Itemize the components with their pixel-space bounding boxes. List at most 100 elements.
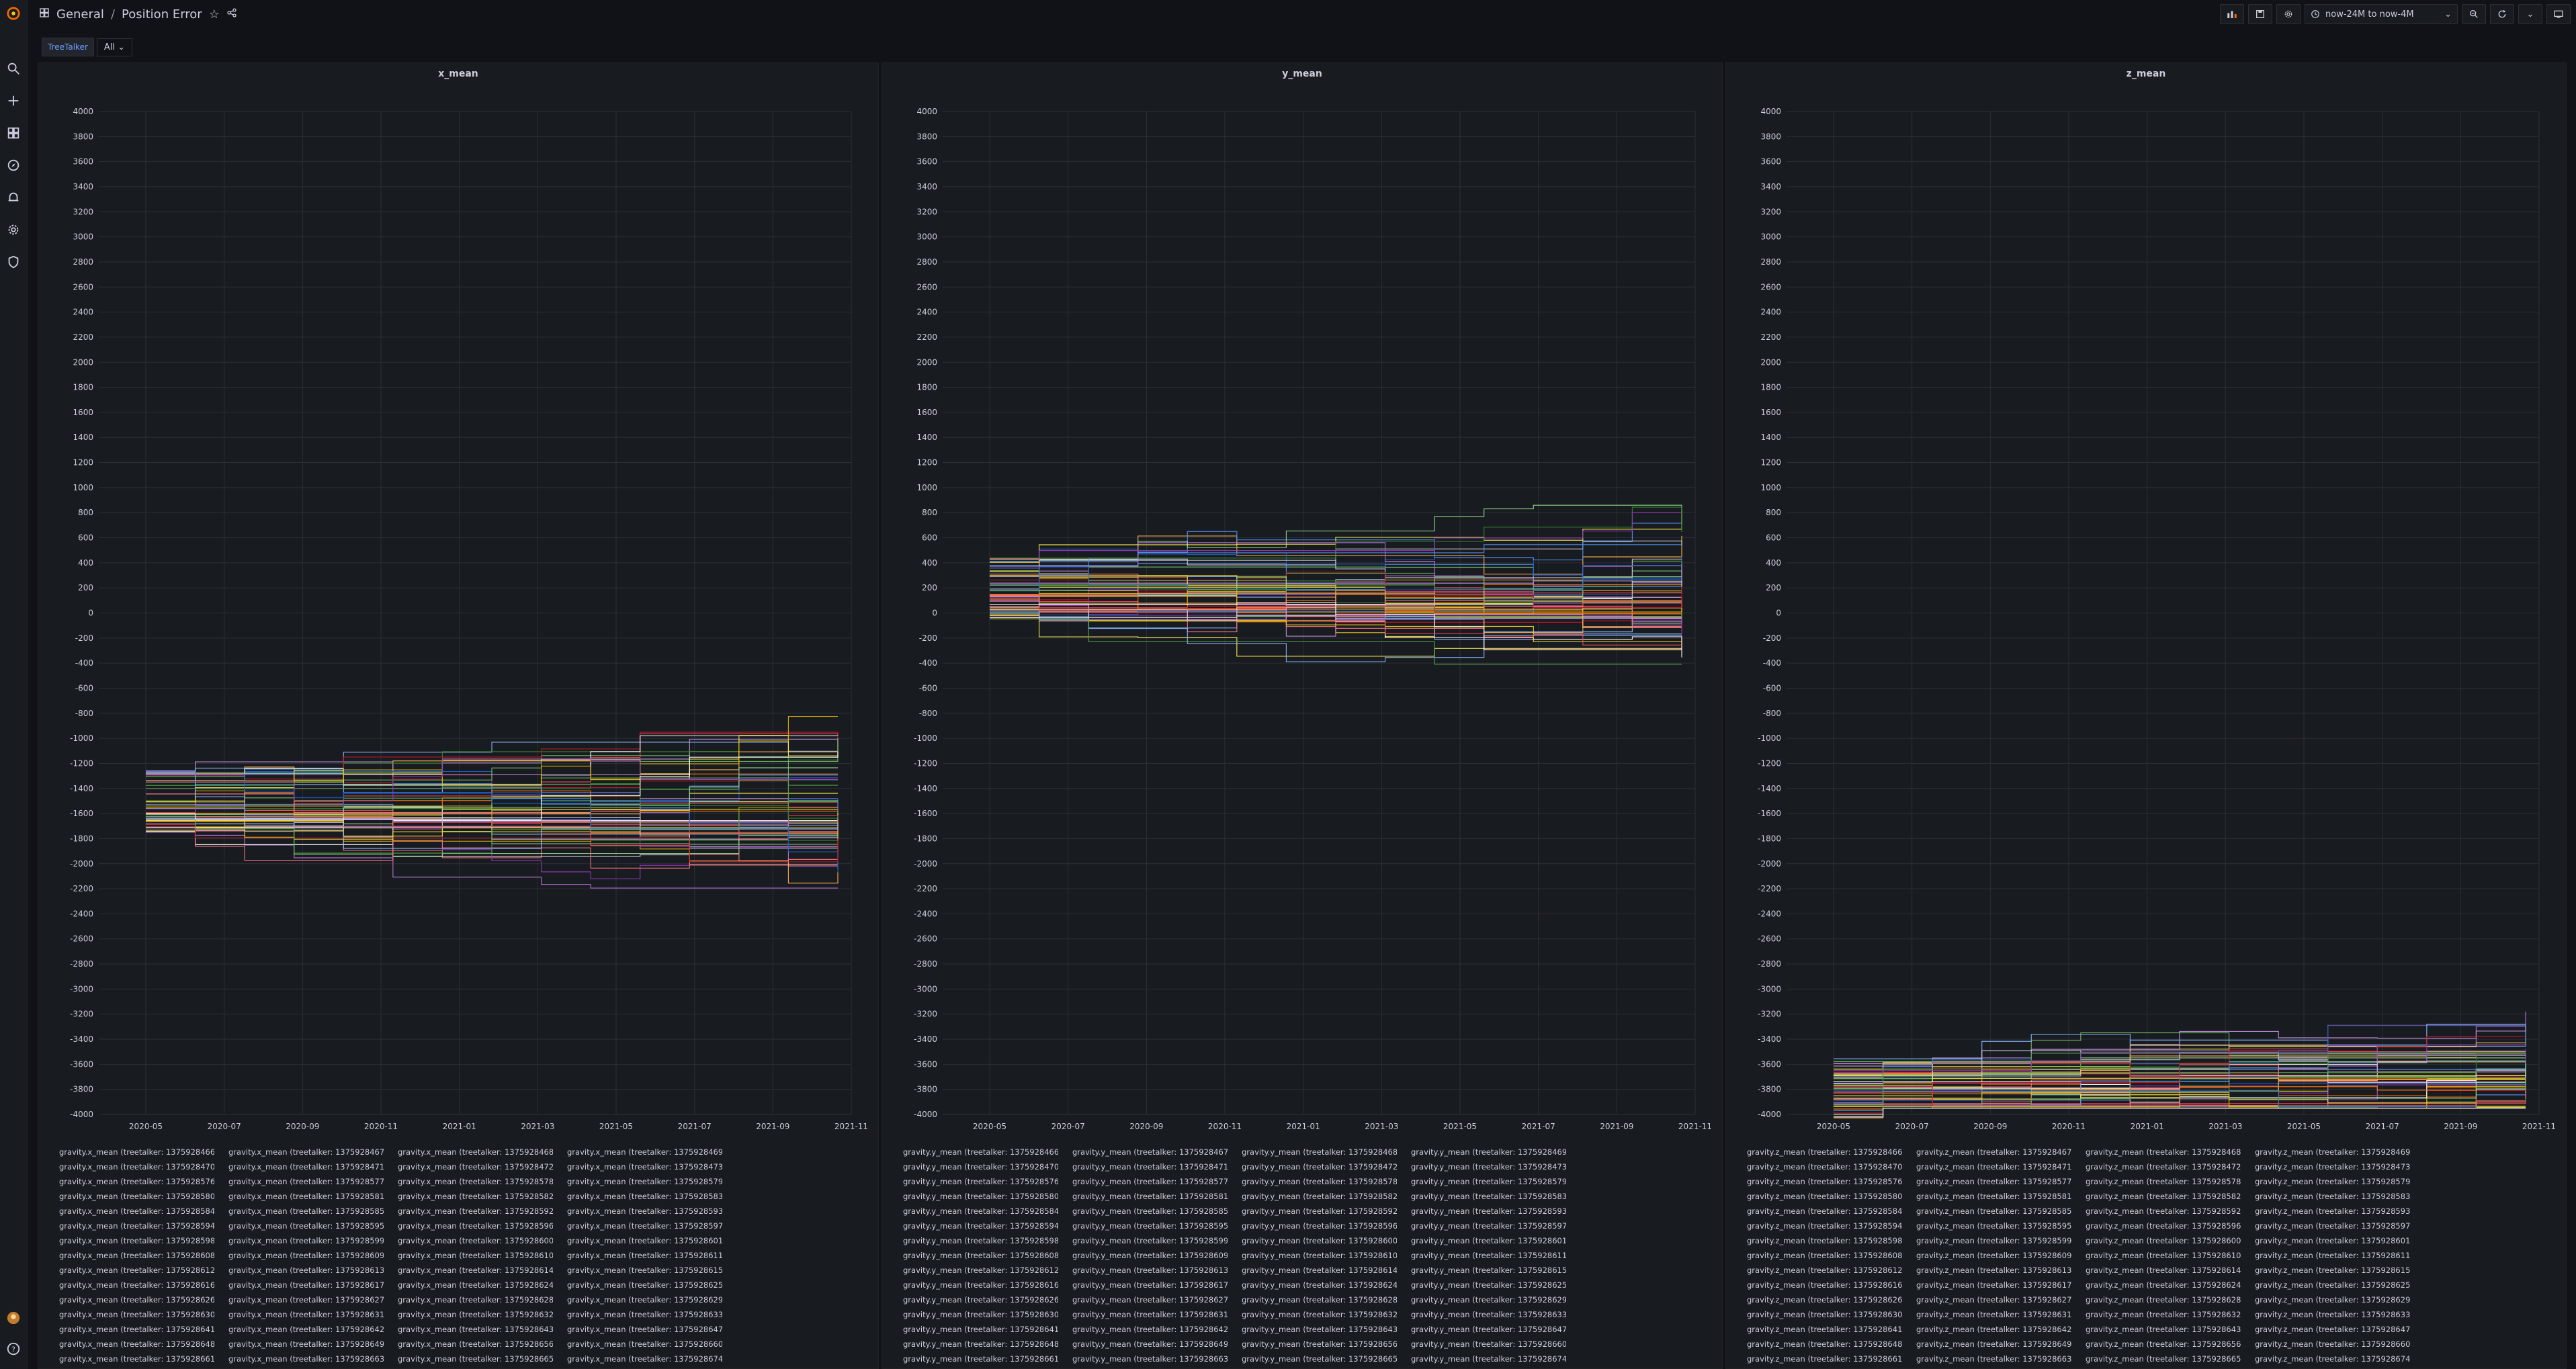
- legend-item[interactable]: gravity.z_mean (treetalker: 1375928625): [2241, 1280, 2410, 1290]
- zoom-out-button[interactable]: [2462, 4, 2486, 24]
- legend-item[interactable]: gravity.z_mean (treetalker: 1375928665): [2071, 1354, 2241, 1364]
- legend-item[interactable]: gravity.z_mean (treetalker: 1375928626): [1733, 1295, 1902, 1305]
- legend-item[interactable]: gravity.x_mean (treetalker: 1375928595): [214, 1221, 384, 1231]
- legend-item[interactable]: gravity.y_mean (treetalker: 1375928594): [889, 1221, 1058, 1231]
- legend-item[interactable]: gravity.z_mean (treetalker: 1375928581): [1902, 1192, 2071, 1201]
- legend-item[interactable]: gravity.x_mean (treetalker: 1375928611): [553, 1251, 722, 1260]
- legend-item[interactable]: gravity.y_mean (treetalker: 1375928598): [889, 1236, 1058, 1245]
- legend-item[interactable]: gravity.x_mean (treetalker: 1375928648): [45, 1339, 214, 1349]
- legend-item[interactable]: gravity.z_mean (treetalker: 1375928656): [2071, 1339, 2241, 1349]
- plus-icon[interactable]: [5, 93, 22, 109]
- legend-item[interactable]: gravity.y_mean (treetalker: 1375928595): [1058, 1221, 1228, 1231]
- legend-item[interactable]: gravity.z_mean (treetalker: 1375928468): [2071, 1147, 2241, 1157]
- legend-item[interactable]: gravity.y_mean (treetalker: 1375928624): [1228, 1280, 1397, 1290]
- legend-item[interactable]: gravity.x_mean (treetalker: 1375928576): [45, 1177, 214, 1186]
- legend-item[interactable]: gravity.y_mean (treetalker: 1375928597): [1397, 1221, 1566, 1231]
- legend-item[interactable]: gravity.z_mean (treetalker: 1375928582): [2071, 1192, 2241, 1201]
- legend-item[interactable]: gravity.z_mean (treetalker: 1375928472): [2071, 1162, 2241, 1172]
- legend-item[interactable]: gravity.x_mean (treetalker: 1375928663): [214, 1354, 384, 1364]
- legend-item[interactable]: gravity.y_mean (treetalker: 1375928633): [1397, 1310, 1566, 1319]
- legend-item[interactable]: gravity.y_mean (treetalker: 1375928615): [1397, 1266, 1566, 1275]
- dashboards-icon[interactable]: [5, 125, 22, 141]
- legend-item[interactable]: gravity.y_mean (treetalker: 1375928632): [1228, 1310, 1397, 1319]
- legend-item[interactable]: gravity.z_mean (treetalker: 1375928612): [1733, 1266, 1902, 1275]
- legend-item[interactable]: gravity.z_mean (treetalker: 1375928473): [2241, 1162, 2410, 1172]
- legend-item[interactable]: gravity.z_mean (treetalker: 1375928608): [1733, 1251, 1902, 1260]
- legend-item[interactable]: gravity.z_mean (treetalker: 1375928585): [1902, 1206, 2071, 1216]
- legend-item[interactable]: gravity.z_mean (treetalker: 1375928615): [2241, 1266, 2410, 1275]
- legend-item[interactable]: gravity.x_mean (treetalker: 1375928593): [553, 1206, 722, 1216]
- legend-item[interactable]: gravity.y_mean (treetalker: 1375928466): [889, 1147, 1058, 1157]
- legend-item[interactable]: gravity.x_mean (treetalker: 1375928641): [45, 1325, 214, 1334]
- legend-item[interactable]: gravity.y_mean (treetalker: 1375928647): [1397, 1325, 1566, 1334]
- legend-item[interactable]: gravity.x_mean (treetalker: 1375928585): [214, 1206, 384, 1216]
- legend-item[interactable]: gravity.y_mean (treetalker: 1375928583): [1397, 1192, 1566, 1201]
- legend-item[interactable]: gravity.y_mean (treetalker: 1375928470): [889, 1162, 1058, 1172]
- legend-item[interactable]: gravity.x_mean (treetalker: 1375928600): [384, 1236, 553, 1245]
- legend-item[interactable]: gravity.x_mean (treetalker: 1375928616): [45, 1280, 214, 1290]
- legend-item[interactable]: gravity.y_mean (treetalker: 1375928614): [1228, 1266, 1397, 1275]
- legend-item[interactable]: gravity.y_mean (treetalker: 1375928613): [1058, 1266, 1228, 1275]
- legend-item[interactable]: gravity.z_mean (treetalker: 1375928600): [2071, 1236, 2241, 1245]
- add-panel-button[interactable]: [2220, 4, 2244, 24]
- legend-item[interactable]: gravity.y_mean (treetalker: 1375928584): [889, 1206, 1058, 1216]
- legend-item[interactable]: gravity.x_mean (treetalker: 1375928468): [384, 1147, 553, 1157]
- search-icon[interactable]: [5, 60, 22, 77]
- legend-item[interactable]: gravity.x_mean (treetalker: 1375928614): [384, 1266, 553, 1275]
- legend-item[interactable]: gravity.y_mean (treetalker: 1375928643): [1228, 1325, 1397, 1334]
- legend-item[interactable]: gravity.y_mean (treetalker: 1375928467): [1058, 1147, 1228, 1157]
- legend-item[interactable]: gravity.y_mean (treetalker: 1375928665): [1228, 1354, 1397, 1364]
- tv-mode-button[interactable]: [2546, 4, 2571, 24]
- legend-item[interactable]: gravity.y_mean (treetalker: 1375928472): [1228, 1162, 1397, 1172]
- legend-item[interactable]: gravity.x_mean (treetalker: 1375928609): [214, 1251, 384, 1260]
- legend-item[interactable]: gravity.y_mean (treetalker: 1375928608): [889, 1251, 1058, 1260]
- legend-item[interactable]: gravity.x_mean (treetalker: 1375928471): [214, 1162, 384, 1172]
- legend-item[interactable]: gravity.y_mean (treetalker: 1375928616): [889, 1280, 1058, 1290]
- share-icon[interactable]: [226, 7, 237, 21]
- legend-item[interactable]: gravity.x_mean (treetalker: 1375928472): [384, 1162, 553, 1172]
- legend-item[interactable]: gravity.z_mean (treetalker: 1375928599): [1902, 1236, 2071, 1245]
- legend-item[interactable]: gravity.x_mean (treetalker: 1375928581): [214, 1192, 384, 1201]
- legend-item[interactable]: gravity.y_mean (treetalker: 1375928578): [1228, 1177, 1397, 1186]
- legend-item[interactable]: gravity.x_mean (treetalker: 1375928629): [553, 1295, 722, 1305]
- legend-item[interactable]: gravity.y_mean (treetalker: 1375928631): [1058, 1310, 1228, 1319]
- legend-item[interactable]: gravity.z_mean (treetalker: 1375928629): [2241, 1295, 2410, 1305]
- legend-item[interactable]: gravity.y_mean (treetalker: 1375928585): [1058, 1206, 1228, 1216]
- legend-item[interactable]: gravity.z_mean (treetalker: 1375928594): [1733, 1221, 1902, 1231]
- legend-item[interactable]: gravity.z_mean (treetalker: 1375928643): [2071, 1325, 2241, 1334]
- legend-item[interactable]: gravity.x_mean (treetalker: 1375928642): [214, 1325, 384, 1334]
- legend-item[interactable]: gravity.x_mean (treetalker: 1375928580): [45, 1192, 214, 1201]
- legend-item[interactable]: gravity.x_mean (treetalker: 1375928610): [384, 1251, 553, 1260]
- legend-item[interactable]: gravity.x_mean (treetalker: 1375928599): [214, 1236, 384, 1245]
- legend-item[interactable]: gravity.z_mean (treetalker: 1375928597): [2241, 1221, 2410, 1231]
- legend-item[interactable]: gravity.z_mean (treetalker: 1375928469): [2241, 1147, 2410, 1157]
- legend-item[interactable]: gravity.z_mean (treetalker: 1375928632): [2071, 1310, 2241, 1319]
- legend-item[interactable]: gravity.x_mean (treetalker: 1375928674): [553, 1354, 722, 1364]
- legend-item[interactable]: gravity.z_mean (treetalker: 1375928660): [2241, 1339, 2410, 1349]
- legend-item[interactable]: gravity.z_mean (treetalker: 1375928617): [1902, 1280, 2071, 1290]
- legend-item[interactable]: gravity.z_mean (treetalker: 1375928579): [2241, 1177, 2410, 1186]
- legend-item[interactable]: gravity.z_mean (treetalker: 1375928580): [1733, 1192, 1902, 1201]
- legend-item[interactable]: gravity.z_mean (treetalker: 1375928641): [1733, 1325, 1902, 1334]
- legend-item[interactable]: gravity.z_mean (treetalker: 1375928467): [1902, 1147, 2071, 1157]
- legend-item[interactable]: gravity.x_mean (treetalker: 1375928632): [384, 1310, 553, 1319]
- legend-item[interactable]: gravity.x_mean (treetalker: 1375928577): [214, 1177, 384, 1186]
- save-dashboard-button[interactable]: [2248, 4, 2272, 24]
- legend-item[interactable]: gravity.x_mean (treetalker: 1375928633): [553, 1310, 722, 1319]
- legend-item[interactable]: gravity.z_mean (treetalker: 1375928630): [1733, 1310, 1902, 1319]
- time-picker-button[interactable]: now-24M to now-4M ⌄: [2305, 4, 2458, 24]
- legend-item[interactable]: gravity.y_mean (treetalker: 1375928612): [889, 1266, 1058, 1275]
- legend-item[interactable]: gravity.z_mean (treetalker: 1375928610): [2071, 1251, 2241, 1260]
- legend-item[interactable]: gravity.y_mean (treetalker: 1375928576): [889, 1177, 1058, 1186]
- alerting-icon[interactable]: [5, 189, 22, 206]
- legend-item[interactable]: gravity.y_mean (treetalker: 1375928626): [889, 1295, 1058, 1305]
- variable-select[interactable]: All ⌄: [96, 38, 133, 56]
- legend-item[interactable]: gravity.y_mean (treetalker: 1375928625): [1397, 1280, 1566, 1290]
- legend-item[interactable]: gravity.z_mean (treetalker: 1375928642): [1902, 1325, 2071, 1334]
- legend-item[interactable]: gravity.x_mean (treetalker: 1375928583): [553, 1192, 722, 1201]
- legend-item[interactable]: gravity.y_mean (treetalker: 1375928579): [1397, 1177, 1566, 1186]
- configuration-icon[interactable]: [5, 222, 22, 238]
- shield-icon[interactable]: [5, 254, 22, 270]
- legend-item[interactable]: gravity.z_mean (treetalker: 1375928611): [2241, 1251, 2410, 1260]
- panel-z-mean[interactable]: z_mean 4000 3800 3600 3400 3200 3000 2800 2600 2…: [1725, 62, 2567, 1369]
